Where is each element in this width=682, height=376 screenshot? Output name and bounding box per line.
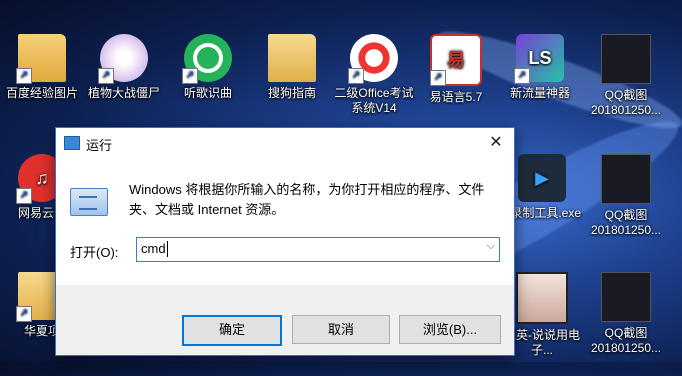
close-icon[interactable]: ✕: [478, 128, 514, 158]
screenshot-image-icon: [601, 34, 651, 84]
shortcut-arrow-icon: ↗: [514, 68, 530, 84]
folder-icon: ↗: [16, 34, 66, 84]
shortcut-arrow-icon: ↗: [16, 68, 32, 84]
video-file-icon: [516, 272, 568, 324]
screenshot-image-icon: [601, 272, 651, 322]
desktop-icon-song-recognition[interactable]: ↗ 听歌识曲: [166, 28, 250, 138]
exam-system-icon: ↗: [348, 34, 398, 84]
shortcut-arrow-icon: ↗: [16, 306, 32, 322]
open-field-label: 打开(O):: [70, 245, 119, 260]
run-program-icon: [70, 188, 108, 216]
desktop-icon-traffic-tool[interactable]: LS ↗ 新流量神器: [498, 28, 582, 138]
desktop-icon-easy-language[interactable]: 易 ↗ 易语言5.7: [414, 28, 498, 138]
ok-button[interactable]: 确定: [182, 315, 282, 346]
screenshot-image-icon: [601, 154, 651, 204]
run-icon: [64, 136, 80, 150]
run-dialog-description: Windows 将根据你所输入的名称，为你打开相应的程序、文件夹、文档或 Int…: [129, 182, 485, 217]
run-dialog: 运行 ✕ Windows 将根据你所输入的名称，为你打开相应的程序、文件夹、文档…: [55, 127, 515, 356]
cancel-button[interactable]: 取消: [292, 315, 390, 344]
desktop-icon-qq-screenshot-3[interactable]: QQ截图201801250...: [586, 266, 666, 376]
recorder-icon: ▶: [518, 154, 566, 202]
desktop-icon-label: 搜狗指南: [267, 86, 316, 100]
easy-language-icon: 易 ↗: [430, 34, 482, 86]
traffic-tool-icon: LS ↗: [514, 34, 564, 84]
plants-vs-zombies-icon: ↗: [98, 34, 148, 84]
desktop-icon-label: QQ截图201801250...: [590, 208, 662, 237]
desktop-icon-qq-screenshot-1[interactable]: QQ截图201801250...: [586, 28, 666, 138]
run-dialog-title: 运行: [86, 138, 113, 153]
desktop-icon-label: QQ截图201801250...: [590, 326, 662, 355]
desktop-icon-label: 植物大战僵尸: [87, 86, 160, 100]
desktop-icon-sogou-guide[interactable]: 搜狗指南: [250, 28, 334, 138]
browse-button[interactable]: 浏览(B)...: [399, 315, 501, 344]
open-input[interactable]: cmd: [141, 241, 166, 256]
desktop-icon-label: 听歌识曲: [183, 86, 232, 100]
shortcut-arrow-icon: ↗: [98, 68, 114, 84]
open-combobox[interactable]: cmd ⌵: [136, 237, 500, 262]
music-recognition-icon: ↗: [182, 34, 232, 84]
shortcut-arrow-icon: ↗: [182, 68, 198, 84]
shortcut-arrow-icon: ↗: [16, 188, 32, 204]
desktop-icon-qq-screenshot-2[interactable]: QQ截图201801250...: [586, 148, 666, 258]
desktop-icon-label: QQ截图201801250...: [590, 88, 662, 117]
chevron-down-icon[interactable]: ⌵: [487, 240, 495, 253]
desktop-icon-label: 新流量神器: [509, 86, 570, 100]
desktop-icon-office-exam[interactable]: ↗ 二级Office考试系统V14: [332, 28, 416, 138]
desktop-icon-label: 易语言5.7: [429, 90, 483, 104]
desktop-icon-label: 二级Office考试系统V14: [334, 86, 414, 115]
shortcut-arrow-icon: ↗: [348, 68, 364, 84]
desktop-icon-label: 百度经验图片: [5, 86, 78, 100]
desktop-icon-plants-vs-zombies[interactable]: ↗ 植物大战僵尸: [82, 28, 166, 138]
run-dialog-titlebar[interactable]: 运行 ✕: [56, 128, 514, 158]
run-dialog-footer: 确定 取消 浏览(B)...: [56, 285, 514, 355]
text-cursor: [167, 241, 168, 257]
shortcut-arrow-icon: ↗: [430, 70, 446, 86]
folder-icon: [268, 34, 316, 82]
desktop-icon-baidu-pictures[interactable]: ↗ 百度经验图片: [0, 28, 84, 138]
